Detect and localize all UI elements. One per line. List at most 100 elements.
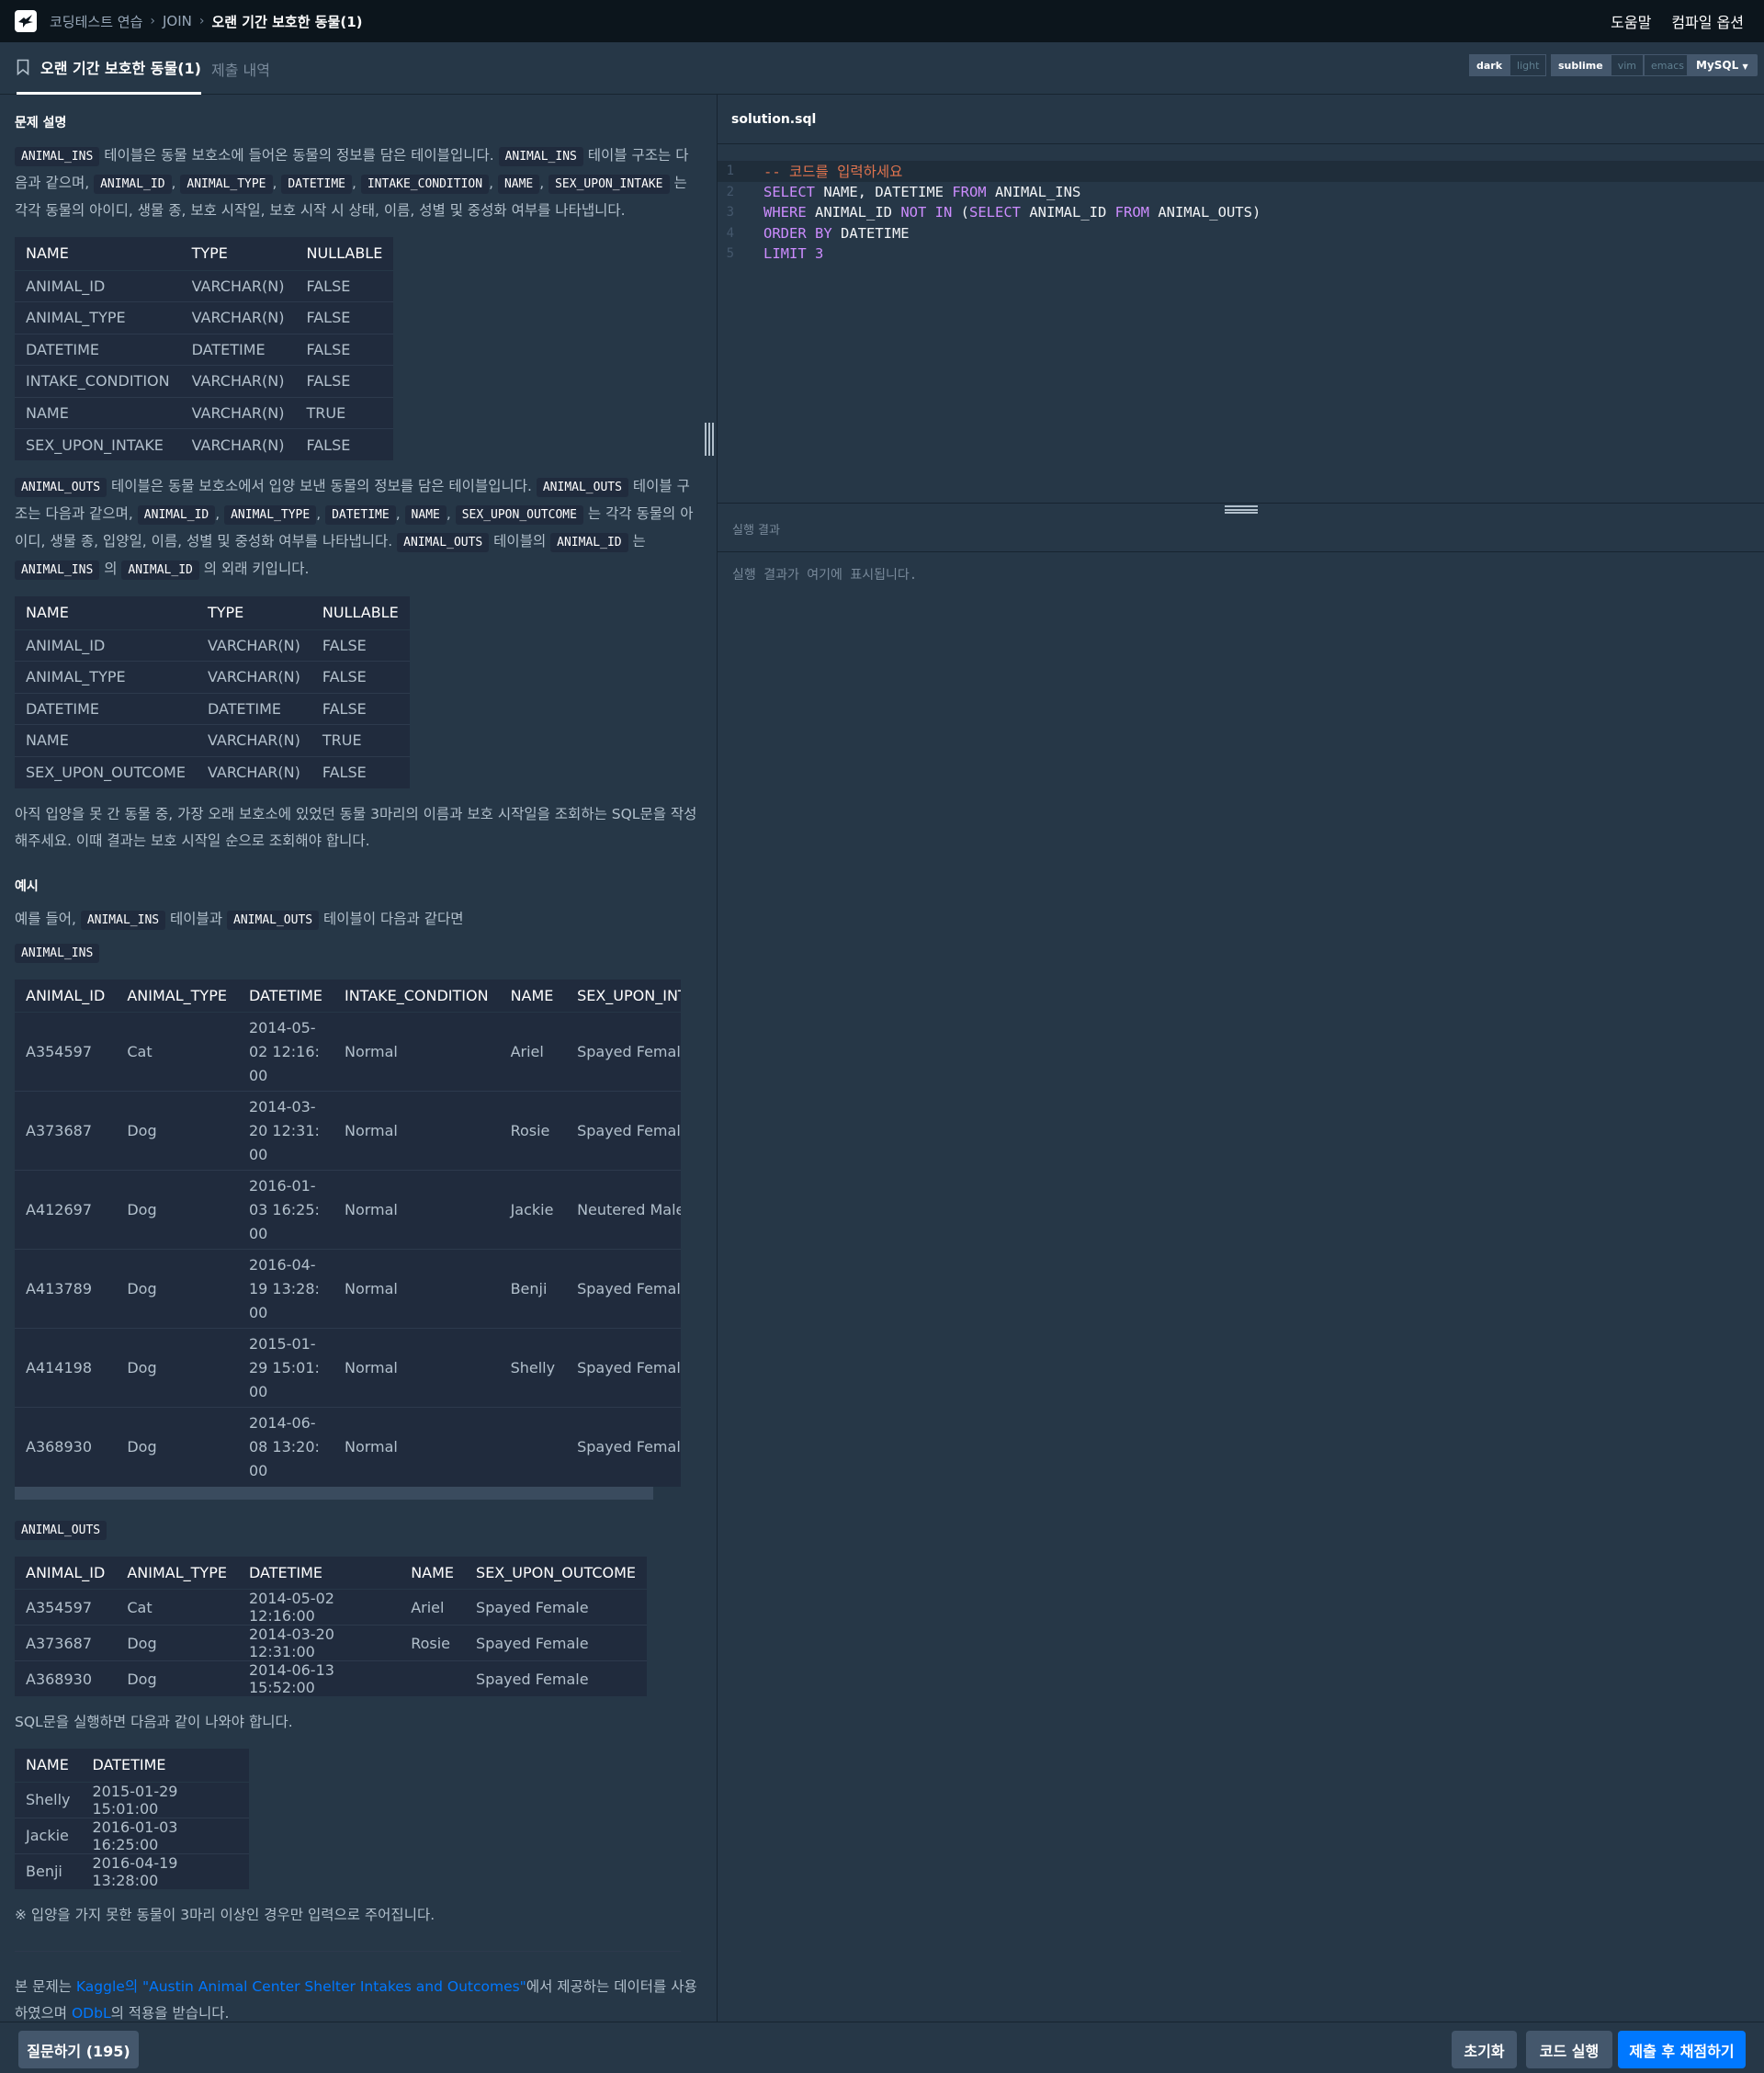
table-row: Benji 2016-04-19 13:28:00 bbox=[15, 1852, 249, 1889]
odbl-link[interactable]: ODbL bbox=[72, 2005, 111, 2022]
tab-bar: 오랜 기간 보호한 동물(1) 제출 내역 dark light sublime… bbox=[0, 42, 1764, 95]
tab-problem[interactable]: 오랜 기간 보호한 동물(1) bbox=[17, 42, 201, 95]
table-cell: A373687 bbox=[15, 1625, 117, 1661]
keymap-sublime-option[interactable]: sublime bbox=[1551, 54, 1611, 76]
column-header: TYPE bbox=[180, 237, 296, 271]
theme-toggle: dark light bbox=[1469, 54, 1547, 76]
source-prefix: 본 문제는 bbox=[15, 1977, 76, 1995]
table-cell: FALSE bbox=[295, 428, 394, 460]
help-link[interactable]: 도움말 bbox=[1611, 10, 1651, 32]
example-ins-label: ANIMAL_INS bbox=[15, 943, 100, 963]
table-cell: DATETIME bbox=[180, 333, 296, 366]
breadcrumb-item[interactable]: JOIN bbox=[163, 13, 192, 29]
table-cell: Neutered Male bbox=[566, 1170, 681, 1250]
reset-button[interactable]: 초기화 bbox=[1452, 2031, 1517, 2068]
code-token: FROM bbox=[1114, 204, 1149, 221]
text-run: 의 외래 키입니다. bbox=[198, 561, 310, 577]
source-suffix: 의 적용을 받습니다. bbox=[110, 2004, 230, 2022]
table-cell: 2015-01-29 15:01:00 bbox=[237, 1328, 334, 1408]
text-run: 는 bbox=[628, 533, 646, 549]
code-line[interactable]: 1 -- 코드를 입력하세요 bbox=[718, 161, 1764, 182]
code-token: FROM bbox=[952, 183, 987, 200]
inline-code: ANIMAL_INS bbox=[498, 147, 583, 166]
example-ins-scroll[interactable]: ANIMAL_ID ANIMAL_TYPE DATETIME INTAKE_CONDI… bbox=[15, 967, 681, 1500]
line-number: 5 bbox=[726, 246, 734, 262]
table-row: A412697 Dog 2016-01-03 16:25:00 Normal Jacki… bbox=[15, 1170, 681, 1250]
language-select[interactable]: MySQL ▼ bbox=[1687, 54, 1758, 76]
table-row: DATETIME DATETIME FALSE bbox=[15, 333, 394, 366]
tab-problem-label: 오랜 기간 보호한 동물(1) bbox=[40, 60, 201, 77]
table-cell: ANIMAL_ID bbox=[15, 269, 181, 302]
table-cell: NAME bbox=[15, 724, 197, 756]
table-row: NAME VARCHAR(N) TRUE bbox=[15, 396, 394, 429]
keymap-vim-option[interactable]: vim bbox=[1610, 54, 1644, 76]
code-token: WHERE bbox=[763, 204, 807, 221]
code-line[interactable]: 3 WHERE ANIMAL_ID NOT IN (SELECT ANIMAL_I… bbox=[718, 202, 1764, 223]
table-cell: FALSE bbox=[311, 629, 410, 662]
code-line[interactable]: 2 SELECT NAME, DATETIME FROM ANIMAL_INS bbox=[718, 182, 1764, 203]
inline-code: ANIMAL_INS bbox=[15, 147, 100, 166]
inline-code: INTAKE_CONDITION bbox=[360, 175, 490, 194]
table-header-row: ANIMAL_ID ANIMAL_TYPE DATETIME INTAKE_CONDI… bbox=[15, 979, 681, 1013]
problem-description: 문제 설명 ANIMAL_INS 테이블은 동물 보호소에 들어온 동물의 정보… bbox=[0, 95, 716, 2022]
table-cell bbox=[499, 1407, 567, 1487]
code-editor[interactable]: 1 -- 코드를 입력하세요 2 SELECT NAME, DATETIME FROM… bbox=[718, 161, 1764, 265]
code-line[interactable]: 4 ORDER BY DATETIME bbox=[718, 223, 1764, 244]
horizontal-scrollbar[interactable] bbox=[15, 1486, 653, 1500]
bookmark-icon[interactable] bbox=[17, 59, 29, 75]
source-text: 본 문제는 Kaggle의 "Austin Animal Center Shel… bbox=[15, 1974, 701, 2022]
table-row: ANIMAL_ID VARCHAR(N) FALSE bbox=[15, 269, 394, 302]
table-cell: Spayed Female bbox=[465, 1589, 647, 1626]
run-code-button[interactable]: 코드 실행 bbox=[1526, 2031, 1612, 2068]
column-header: ANIMAL_ID bbox=[15, 979, 117, 1013]
table-row: ANIMAL_TYPE VARCHAR(N) FALSE bbox=[15, 301, 394, 334]
expected-result-table: NAME DATETIME Shelly 2015-01-29 15:01:00 Jac… bbox=[15, 1749, 249, 1889]
table-cell: Dog bbox=[116, 1091, 238, 1171]
table-cell: Spayed Female bbox=[566, 1091, 681, 1171]
tab-submissions[interactable]: 제출 내역 bbox=[211, 42, 270, 95]
table-cell: 2014-03-20 12:31:00 bbox=[237, 1625, 401, 1661]
line-number: 4 bbox=[726, 225, 734, 241]
theme-light-option[interactable]: light bbox=[1510, 54, 1547, 76]
table-cell: FALSE bbox=[311, 692, 410, 725]
table-cell: Normal bbox=[333, 1328, 500, 1408]
table-cell: VARCHAR(N) bbox=[180, 428, 296, 460]
table-cell: Rosie bbox=[499, 1091, 567, 1171]
table-row: A354597 Cat 2014-05-02 12:16:00 Normal Ariel… bbox=[15, 1012, 681, 1092]
code-token: -- 코드를 입력하세요 bbox=[763, 164, 903, 181]
code-line[interactable]: 5 LIMIT 3 bbox=[718, 244, 1764, 265]
logo-icon[interactable] bbox=[15, 10, 37, 32]
text-run: 예를 들어, bbox=[15, 910, 81, 927]
table-row: A414198 Dog 2015-01-29 15:01:00 Normal Shell… bbox=[15, 1328, 681, 1408]
text-run: 테이블은 동물 보호소에서 입양 보낸 동물의 정보를 담은 테이블입니다. bbox=[107, 478, 537, 494]
theme-dark-option[interactable]: dark bbox=[1469, 54, 1510, 76]
inline-code: ANIMAL_TYPE bbox=[180, 175, 273, 194]
table-cell: Shelly bbox=[499, 1328, 567, 1408]
code-token: NOT IN bbox=[900, 204, 953, 221]
column-header: NAME bbox=[15, 596, 197, 630]
horizontal-resize-handle[interactable] bbox=[1225, 505, 1258, 514]
table-row: ANIMAL_ID VARCHAR(N) FALSE bbox=[15, 629, 410, 662]
language-select-value: MySQL bbox=[1696, 59, 1739, 72]
vertical-resize-handle[interactable] bbox=[705, 423, 714, 456]
table-cell: VARCHAR(N) bbox=[180, 301, 296, 334]
table-cell: FALSE bbox=[295, 333, 394, 366]
inline-code: NAME bbox=[497, 175, 540, 194]
table-cell: Ariel bbox=[400, 1589, 466, 1626]
ask-question-button[interactable]: 질문하기 (195) bbox=[18, 2031, 139, 2068]
table-row: SEX_UPON_OUTCOME VARCHAR(N) FALSE bbox=[15, 755, 410, 788]
table-row: NAME VARCHAR(N) TRUE bbox=[15, 724, 410, 756]
keymap-emacs-option[interactable]: emacs bbox=[1644, 54, 1692, 76]
column-header: DATETIME bbox=[81, 1749, 249, 1783]
code-token: ANIMAL_ID bbox=[1021, 204, 1115, 221]
ins-schema-table: NAME TYPE NULLABLE ANIMAL_ID VARCHAR(N) FALSE… bbox=[15, 237, 394, 460]
code-token: NAME, DATETIME bbox=[815, 183, 953, 200]
table-cell: Spayed Female bbox=[566, 1328, 681, 1408]
line-number: 1 bbox=[726, 164, 734, 179]
kaggle-link[interactable]: Kaggle의 "Austin Animal Center Shelter In… bbox=[76, 1978, 526, 1995]
table-cell: FALSE bbox=[295, 301, 394, 334]
table-cell: 2015-01-29 15:01:00 bbox=[81, 1781, 249, 1818]
submit-button[interactable]: 제출 후 채점하기 bbox=[1618, 2031, 1746, 2068]
compile-options-link[interactable]: 컴파일 옵션 bbox=[1671, 10, 1744, 32]
breadcrumb-item[interactable]: 코딩테스트 연습 bbox=[50, 12, 142, 31]
